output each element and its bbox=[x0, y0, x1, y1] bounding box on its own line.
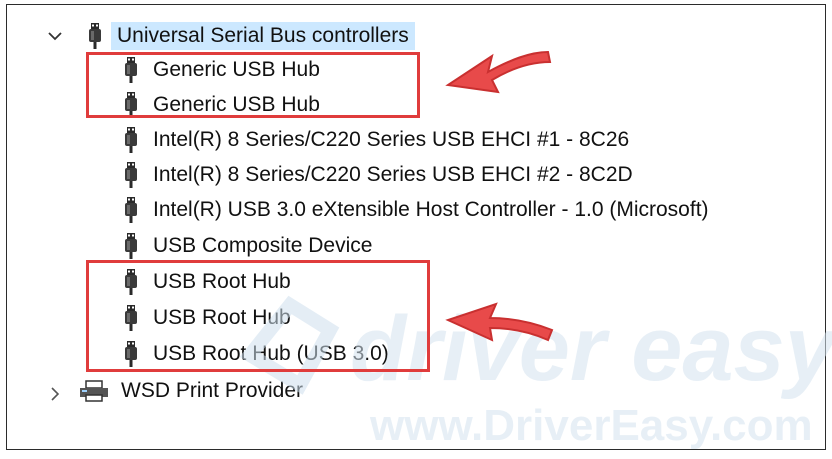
tree-category-usb-controllers[interactable]: Universal Serial Bus controllers bbox=[87, 19, 415, 53]
red-arrow-icon bbox=[445, 302, 554, 342]
usb-connector-icon bbox=[123, 232, 139, 260]
device-label: Intel(R) 8 Series/C220 Series USB EHCI #… bbox=[153, 128, 630, 151]
usb-connector-icon bbox=[123, 161, 139, 189]
chevron-down-icon[interactable] bbox=[45, 26, 65, 46]
tree-item-device[interactable]: USB Composite Device bbox=[123, 229, 372, 263]
tree-item-device[interactable]: Intel(R) USB 3.0 eXtensible Host Control… bbox=[123, 193, 709, 227]
usb-connector-icon bbox=[123, 126, 139, 154]
chevron-right-icon[interactable] bbox=[45, 384, 65, 404]
highlight-box-generic-hubs bbox=[86, 52, 420, 118]
category-label: Universal Serial Bus controllers bbox=[111, 22, 415, 50]
category-label: WSD Print Provider bbox=[121, 379, 304, 402]
device-label: USB Composite Device bbox=[153, 234, 373, 257]
printer-icon bbox=[80, 380, 108, 402]
tree-item-device[interactable]: Intel(R) 8 Series/C220 Series USB EHCI #… bbox=[123, 123, 629, 157]
tree-category-wsd-print-provider[interactable]: WSD Print Provider bbox=[79, 374, 303, 408]
highlight-box-root-hubs bbox=[86, 260, 430, 372]
usb-connector-icon bbox=[123, 196, 139, 224]
device-label: Intel(R) USB 3.0 eXtensible Host Control… bbox=[153, 198, 709, 221]
usb-connector-icon bbox=[87, 22, 103, 50]
device-label: Intel(R) 8 Series/C220 Series USB EHCI #… bbox=[153, 163, 633, 186]
red-arrow-icon bbox=[445, 50, 552, 94]
tree-item-device[interactable]: Intel(R) 8 Series/C220 Series USB EHCI #… bbox=[123, 158, 633, 192]
